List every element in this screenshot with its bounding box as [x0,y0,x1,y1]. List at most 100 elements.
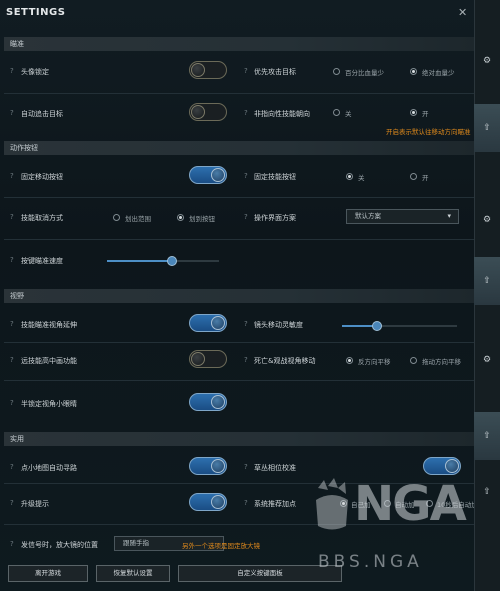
camera-sensitivity-label: 镜头移动灵敏度 [254,321,303,329]
upload-icon[interactable]: ⇧ [474,257,500,305]
aim-speed-knob[interactable] [166,256,177,266]
section-utility: 实用 [4,432,474,446]
non-directional-option-1: 开 [422,110,429,118]
toggle-knob [191,352,205,366]
signal-zoom-label: 发信号时，放大镜的位置 [21,541,98,549]
toggle-knob [191,63,205,77]
lock-portrait-toggle[interactable] [189,61,227,79]
auto-skill-label: 系统推荐加点 [254,500,296,508]
upload-icon[interactable]: ⇧ [474,468,500,516]
auto-skill-option-2: 10秒后自动加 [437,501,478,509]
non-directional-label: 非指向性技能朝向 [254,110,310,118]
fixed-skill-option-1: 开 [422,174,429,182]
help-icon: ? [10,399,14,407]
help-icon: ? [244,67,248,75]
non-directional-radio-0[interactable] [333,109,340,116]
death-camera-option-0: 反方向平移 [358,358,391,366]
half-lock-label: 半锁定视角小眼睛 [21,400,77,408]
chevron-down-icon: ▾ [447,212,451,220]
help-icon: ? [10,109,14,117]
skill-cancel-label: 技能取消方式 [21,214,63,222]
auto-chase-toggle[interactable] [189,103,227,121]
level-tip-toggle[interactable] [189,493,227,511]
auto-skill-option-1: 自动加 [395,501,415,509]
upload-icon[interactable]: ⇧ [474,104,500,152]
fixed-skill-radio-0[interactable] [346,173,353,180]
control-scheme-value: 默认方案 [355,212,381,220]
jungle-timer-toggle[interactable] [423,457,461,475]
toggle-knob [445,459,459,473]
fixed-skill-option-0: 关 [358,174,365,182]
help-icon: ? [10,256,14,264]
auto-skill-option-0: 自己加 [351,501,371,509]
aim-view-extend-toggle[interactable] [189,314,227,332]
control-scheme-label: 操作界面方案 [254,214,296,222]
upload-icon[interactable]: ⇧ [474,412,500,460]
section-view: 视野 [4,289,474,303]
ranged-focus-toggle[interactable] [189,350,227,368]
non-directional-option-0: 关 [345,110,352,118]
camera-sensitivity-knob[interactable] [371,321,382,331]
settings-window: SETTINGS ✕ 瞄准 ? 头像锁定 ? 优先攻击目标 百分比血量少 绝对血… [0,0,500,591]
priority-target-label: 优先攻击目标 [254,68,296,76]
jungle-timer-label: 草丛相位校准 [254,464,296,472]
help-icon: ? [244,463,248,471]
aim-view-extend-label: 技能瞄准视角延伸 [21,321,77,329]
help-icon: ? [244,356,248,364]
death-camera-radio-1[interactable] [410,357,417,364]
help-icon: ? [244,109,248,117]
aim-speed-label: 按键瞄准速度 [21,257,63,265]
section-action-buttons: 动作按钮 [4,141,474,155]
divider [4,380,474,381]
non-directional-hint: 开启表示默认往移动方向瞄准 [386,128,471,136]
skill-cancel-option-1: 划到按钮 [189,215,215,223]
minimap-pathfind-toggle[interactable] [189,457,227,475]
close-icon[interactable]: ✕ [458,6,467,19]
nga-watermark: NGA BBS.NGA [312,470,482,580]
control-scheme-dropdown[interactable]: 默认方案 ▾ [346,209,459,224]
help-icon: ? [10,172,14,180]
skill-cancel-radio-1[interactable] [177,214,184,221]
skill-cancel-radio-0[interactable] [113,214,120,221]
half-lock-toggle[interactable] [189,393,227,411]
auto-skill-radio-0[interactable] [340,500,347,507]
signal-zoom-hint: 另外一个选项是固定放大镜 [182,542,260,550]
priority-target-radio-0[interactable] [333,68,340,75]
fixed-move-toggle[interactable] [189,166,227,184]
divider [4,197,474,198]
restore-defaults-button[interactable]: 恢复默认设置 [96,565,170,582]
skill-cancel-option-0: 划出范围 [125,215,151,223]
gear-icon[interactable]: ⚙ [474,336,500,384]
non-directional-radio-1[interactable] [410,109,417,116]
priority-target-radio-1[interactable] [410,68,417,75]
death-camera-radio-0[interactable] [346,357,353,364]
toggle-knob [211,495,225,509]
auto-chase-label: 自动追击目标 [21,110,63,118]
fixed-move-label: 固定移动按钮 [21,173,63,181]
toggle-knob [211,459,225,473]
auto-skill-radio-1[interactable] [384,500,391,507]
help-icon: ? [10,463,14,471]
help-icon: ? [244,499,248,507]
help-icon: ? [10,356,14,364]
quit-game-button[interactable]: 离开游戏 [8,565,88,582]
fixed-skill-radio-1[interactable] [410,173,417,180]
aim-speed-fill [107,260,172,262]
signal-zoom-value: 跟随手指 [123,539,149,547]
custom-keys-button[interactable]: 自定义按键面板 [178,565,342,582]
priority-target-option-1: 绝对血量少 [422,69,455,77]
gear-icon[interactable]: ⚙ [474,196,500,244]
help-icon: ? [10,540,14,548]
help-icon: ? [10,499,14,507]
divider [4,342,474,343]
help-icon: ? [244,213,248,221]
ranged-focus-label: 远技能高中画功能 [21,357,77,365]
gear-icon[interactable]: ⚙ [474,37,500,85]
window-title: SETTINGS [6,7,66,18]
auto-skill-radio-2[interactable] [426,500,433,507]
death-camera-option-1: 拖动方向平移 [422,358,461,366]
toggle-knob [211,395,225,409]
section-targeting: 瞄准 [4,37,474,51]
help-icon: ? [10,213,14,221]
toggle-knob [211,316,225,330]
